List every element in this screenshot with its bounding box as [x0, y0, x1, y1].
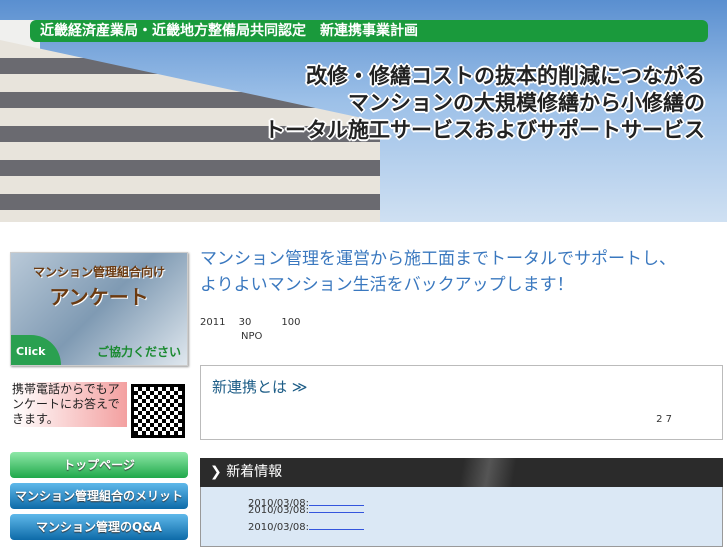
header-banner: 近畿経済産業局・近畿地方整備局共同認定 新連携事業計画 改修・修繕コストの抜本的… [0, 0, 727, 222]
news-link[interactable] [309, 504, 365, 513]
click-label: Click [11, 335, 61, 365]
news-item: 2010/03/08: [201, 487, 722, 509]
news-date: 2010/03/08: [248, 522, 310, 533]
news-header: ❯ 新着情報 [200, 458, 723, 487]
news-link[interactable] [309, 521, 365, 530]
news-date: 2010/03/08: [248, 505, 310, 516]
renkei-link[interactable]: 新連携とは ≫ [212, 376, 307, 397]
survey-title: アンケート [49, 285, 149, 309]
news-title: 新着情報 [226, 464, 283, 480]
info-text-2: NPO [241, 331, 263, 342]
qr-code [131, 384, 185, 438]
tagline: マンション管理を運営から施工面までトータルでサポートし、 よりよいマンション生活… [200, 246, 676, 298]
banner-line-2: マンションの大規模修繕から小修繕の [348, 91, 705, 115]
mobile-survey-text: 携帯電話からでもアンケートにお答えできます。 [12, 382, 127, 427]
nav-merits-button[interactable]: マンション管理組合のメリット [10, 483, 188, 509]
renkei-number: 2 7 [656, 414, 672, 425]
certification-bar: 近畿経済産業局・近畿地方整備局共同認定 新連携事業計画 [30, 20, 708, 42]
nav-qa-button[interactable]: マンション管理のQ&A [10, 514, 188, 540]
info-text-1: 2011 30 100 [200, 317, 301, 328]
renkei-box: 新連携とは ≫ 2 7 [200, 365, 723, 440]
chevron-right-icon: ❯ [210, 464, 227, 480]
survey-banner[interactable]: マンション管理組合向け アンケート Click ご協力ください [10, 252, 188, 366]
news-item: 2010/03/08: [201, 504, 722, 521]
survey-cta: ご協力ください [96, 345, 181, 359]
banner-line-3: トータル施工サービスおよびサポートサービス [264, 118, 705, 142]
tagline-line-2: よりよいマンション生活をバックアップします！ [200, 275, 574, 295]
tagline-line-1: マンション管理を運営から施工面までトータルでサポートし、 [200, 249, 676, 269]
survey-subtitle: マンション管理組合向け [32, 265, 165, 279]
nav-top-page-button[interactable]: トップページ [10, 452, 188, 478]
news-item: 2010/03/08: [201, 521, 722, 538]
banner-line-1: 改修・修繕コストの抜本的削減につながる [306, 64, 705, 88]
news-list: 2010/03/08: 2010/03/08: 2010/03/08: [200, 487, 723, 547]
